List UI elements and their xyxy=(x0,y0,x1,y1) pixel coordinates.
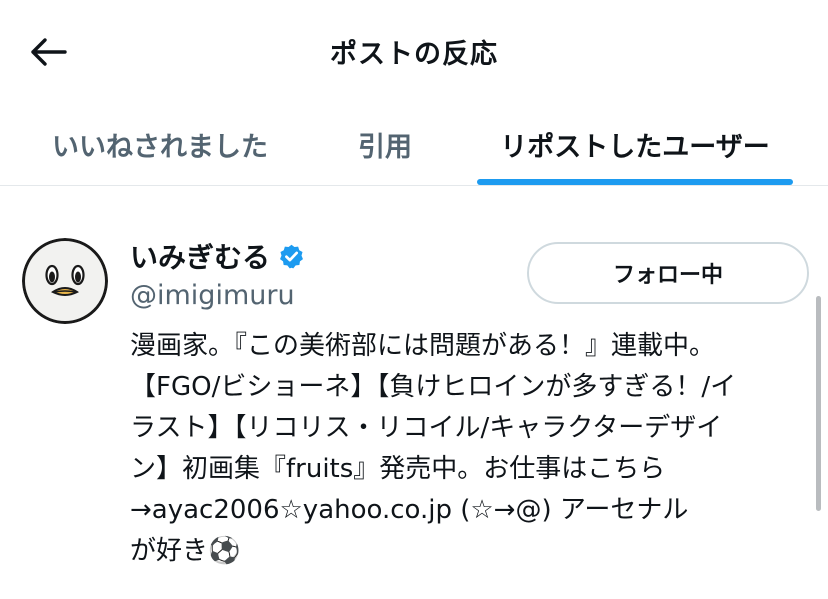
tab-reposts[interactable]: リポストしたユーザー xyxy=(474,104,796,185)
avatar[interactable] xyxy=(22,238,108,324)
display-name: いみぎむる xyxy=(130,241,271,274)
tab-bar: いいねされました 引用 リポストしたユーザー xyxy=(0,104,828,186)
verified-badge-icon xyxy=(280,244,303,268)
bio-line: 【FGO/ビショーネ】【負けヒロインが多すぎる！/イ xyxy=(130,372,737,402)
bio-line: 漫画家。『この美術部には問題がある！』連載中。 xyxy=(130,331,716,361)
active-tab-indicator xyxy=(477,179,793,185)
tab-quotes[interactable]: 引用 xyxy=(330,104,440,185)
tab-likes[interactable]: いいねされました xyxy=(24,104,296,185)
user-bio: 漫画家。『この美術部には問題がある！』連載中。 【FGO/ビショーネ】【負けヒロ… xyxy=(130,326,810,572)
page-title: ポストの反応 xyxy=(330,39,498,70)
bio-line: ン】初画集『fruits』発売中。お仕事はこちら xyxy=(130,454,666,484)
scrollbar[interactable] xyxy=(816,296,821,511)
bio-line: →ayac2006☆yahoo.co.jp (☆→@) アーセナル xyxy=(130,495,689,525)
user-handle: @imigimuru xyxy=(130,280,295,311)
top-bar: ポストの反応 xyxy=(0,0,828,104)
bio-line: ラスト】【リコリス・リコイル/キャラクターデザイ xyxy=(130,413,723,443)
following-button[interactable]: フォロー中 xyxy=(527,242,809,304)
user-cell[interactable]: いみぎむる @imigimuru フォロー中 漫画家。『この美術部には問題がある… xyxy=(0,186,828,599)
bio-line: が好き⚽ xyxy=(130,536,241,566)
display-name-row[interactable]: いみぎむる xyxy=(130,236,305,276)
